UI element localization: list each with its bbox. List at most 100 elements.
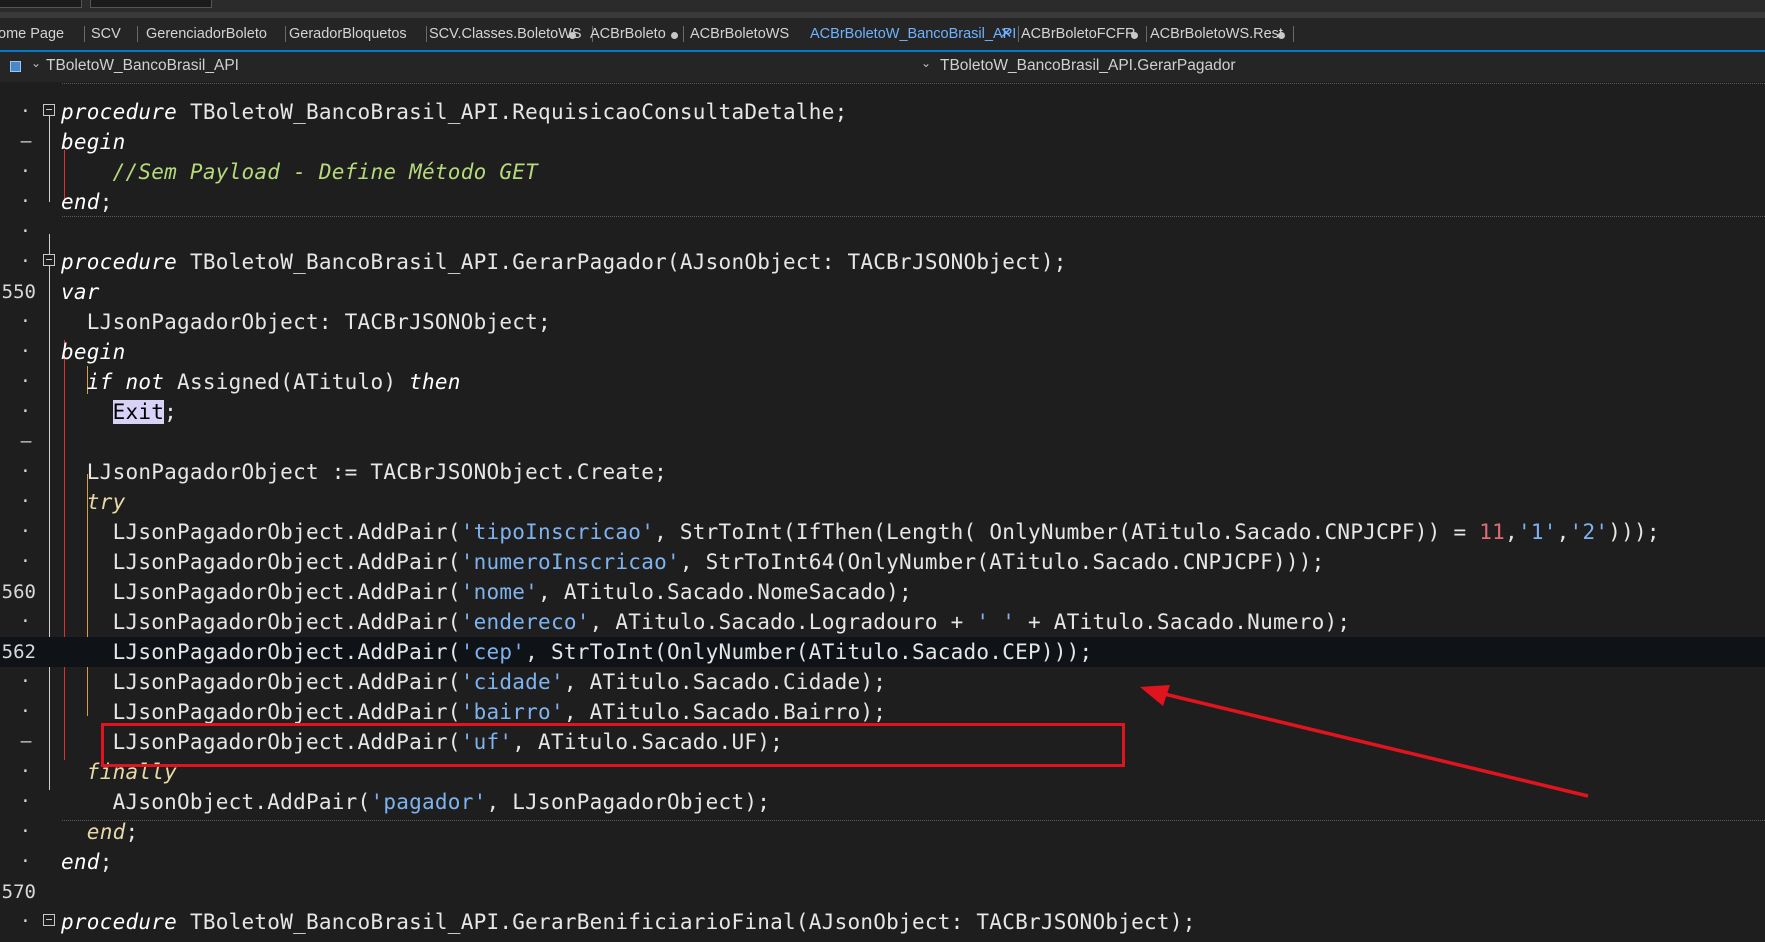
code-line[interactable]: · procedure TBoletoW_BancoBrasil_API.Gera… — [0, 247, 1765, 277]
code-line[interactable]: · try — [0, 487, 1765, 517]
modified-dot-icon — [569, 32, 576, 39]
tab-acbrboletow-bancobrasil-api[interactable]: ACBrBoletoW_BancoBrasil_API ✕ — [810, 18, 1019, 50]
code-token: , StrToInt(IfThen(Length( OnlyNumber(ATi… — [654, 520, 1480, 544]
code-text: AJsonObject.AddPair('pagador', LJsonPaga… — [61, 787, 770, 817]
keyword: end — [61, 850, 100, 874]
class-selector[interactable]: TBoletoW_BancoBrasil_API — [46, 57, 239, 75]
code-token: , — [1556, 520, 1570, 544]
gutter-marker: · — [20, 611, 31, 632]
code-line[interactable]: · LJsonPagadorObject.AddPair('tipoInscri… — [0, 517, 1765, 547]
code-text: if not Assigned(ATitulo) then — [61, 367, 461, 397]
modified-dot-icon — [671, 32, 678, 39]
code-line[interactable]: · begin — [0, 337, 1765, 367]
code-line[interactable]: 560 LJsonPagadorObject.AddPair('nome', A… — [0, 577, 1765, 607]
tab-scv-classes-boletows[interactable]: SCV.Classes.BoletoWS — [429, 18, 593, 50]
tab-acbrboleto[interactable]: ACBrBoleto — [590, 18, 684, 50]
method-selector[interactable]: TBoletoW_BancoBrasil_API.GerarPagador — [940, 57, 1236, 75]
tab-acbrboletows[interactable]: ACBrBoletoWS — [690, 18, 789, 50]
code-line[interactable]: · AJsonObject.AddPair('pagador', LJsonPa… — [0, 787, 1765, 817]
code-text: end; — [61, 817, 138, 847]
gutter-marker: – — [20, 431, 32, 452]
tab-gerador-bloquetos[interactable]: GeradorBloquetos — [289, 18, 427, 50]
string-literal: 'pagador' — [370, 790, 487, 814]
code-text: LJsonPagadorObject.AddPair('endereco', A… — [61, 607, 1351, 637]
code-token: ; — [164, 400, 178, 424]
gutter-marker: · — [20, 401, 31, 422]
current-code-line[interactable]: 562 LJsonPagadorObject.AddPair('cep', St… — [0, 637, 1765, 667]
code-editor[interactable]: · procedure TBoletoW_BancoBrasil_API.Requ… — [0, 82, 1765, 942]
tab-gerenciador-boleto[interactable]: GerenciadorBoleto — [146, 18, 286, 50]
code-line[interactable]: · — [0, 217, 1765, 247]
chevron-down-icon[interactable]: ⌄ — [31, 56, 41, 70]
gutter-marker: · — [20, 821, 31, 842]
code-line[interactable]: · LJsonPagadorObject.AddPair('endereco',… — [0, 607, 1765, 637]
code-text: end; — [61, 187, 113, 217]
line-number: 550 — [1, 281, 36, 303]
code-line[interactable]: · procedure TBoletoW_BancoBrasil_API.Gera… — [0, 907, 1765, 937]
string-literal: 'numeroInscricao' — [460, 550, 680, 574]
code-token: ; — [99, 850, 113, 874]
gutter-marker: · — [20, 461, 31, 482]
toolbar-combo[interactable] — [0, 0, 82, 8]
code-line[interactable]: · LJsonPagadorObject := TACBrJSONObject.… — [0, 457, 1765, 487]
code-line[interactable]: · end; — [0, 847, 1765, 877]
code-text: begin — [61, 337, 125, 367]
code-line[interactable]: · LJsonPagadorObject.AddPair('cidade', A… — [0, 667, 1765, 697]
code-line[interactable] — [0, 82, 1765, 97]
close-tab-icon[interactable]: ✕ — [1000, 18, 1013, 50]
code-text: end; — [61, 847, 113, 877]
code-text: begin — [61, 127, 125, 157]
toolbar-combo[interactable] — [90, 0, 212, 8]
code-token: , — [1505, 520, 1518, 544]
gutter-marker: · — [20, 521, 31, 542]
gutter-marker: · — [20, 251, 31, 272]
code-line[interactable]: · end; — [0, 817, 1765, 847]
code-line[interactable]: · Exit; — [0, 397, 1765, 427]
gutter-marker: · — [20, 671, 31, 692]
keyword: begin — [61, 340, 126, 364]
gutter-marker: · — [20, 101, 31, 122]
code-token: TBoletoW_BancoBrasil_API.GerarPagador(AJ… — [177, 250, 1067, 274]
code-text: var — [61, 277, 100, 307]
code-token: LJsonPagadorObject: TACBrJSONObject; — [61, 310, 551, 334]
code-text: LJsonPagadorObject := TACBrJSONObject.Cr… — [61, 457, 667, 487]
code-token: Assigned(ATitulo) — [164, 370, 410, 394]
string-literal: '2' — [1569, 520, 1609, 544]
code-line[interactable]: – — [0, 427, 1765, 457]
string-literal: 'cep' — [460, 640, 526, 664]
code-token: LJsonPagadorObject := TACBrJSONObject.Cr… — [61, 460, 667, 484]
fold-toggle-icon[interactable] — [43, 104, 55, 116]
tab-home-page[interactable]: ome Page — [0, 18, 86, 50]
string-literal: '1' — [1517, 520, 1557, 544]
code-line[interactable]: – begin — [0, 127, 1765, 157]
code-line[interactable]: 550 var — [0, 277, 1765, 307]
code-token: LJsonPagadorObject.AddPair( — [61, 550, 461, 574]
code-token: , ATitulo.Sacado.Bairro); — [563, 700, 887, 724]
tab-scv[interactable]: SCV — [91, 18, 138, 50]
code-line[interactable]: · end; — [0, 187, 1765, 217]
fold-toggle-icon[interactable] — [43, 914, 55, 926]
gutter-marker: · — [20, 911, 31, 932]
gutter-marker: · — [20, 491, 31, 512]
code-line[interactable]: · procedure TBoletoW_BancoBrasil_API.Requ… — [0, 97, 1765, 127]
code-token: LJsonPagadorObject.AddPair( — [61, 700, 461, 724]
gutter-marker: · — [20, 191, 31, 212]
chevron-down-icon[interactable]: ⌄ — [921, 56, 931, 70]
fold-toggle-icon[interactable] — [43, 254, 55, 266]
gutter-marker: · — [20, 311, 31, 332]
editor-tab-bar: ome Page SCV GerenciadorBoleto GeradorBl… — [0, 18, 1765, 52]
code-line[interactable]: 570 — [0, 877, 1765, 907]
keyword: if not — [86, 370, 165, 394]
code-line[interactable]: · //Sem Payload - Define Método GET — [0, 157, 1765, 187]
code-line[interactable]: · LJsonPagadorObject.AddPair('numeroInsc… — [0, 547, 1765, 577]
tab-acbrboletofcfr[interactable]: ACBrBoletoFCFR — [1021, 18, 1147, 50]
code-line[interactable]: · LJsonPagadorObject: TACBrJSONObject; — [0, 307, 1765, 337]
gutter-marker — [20, 82, 30, 97]
keyword: try — [86, 490, 126, 514]
code-line[interactable]: · if not Assigned(ATitulo) then — [0, 367, 1765, 397]
tab-acbrboletows-rest[interactable]: ACBrBoletoWS.Rest — [1150, 18, 1294, 50]
